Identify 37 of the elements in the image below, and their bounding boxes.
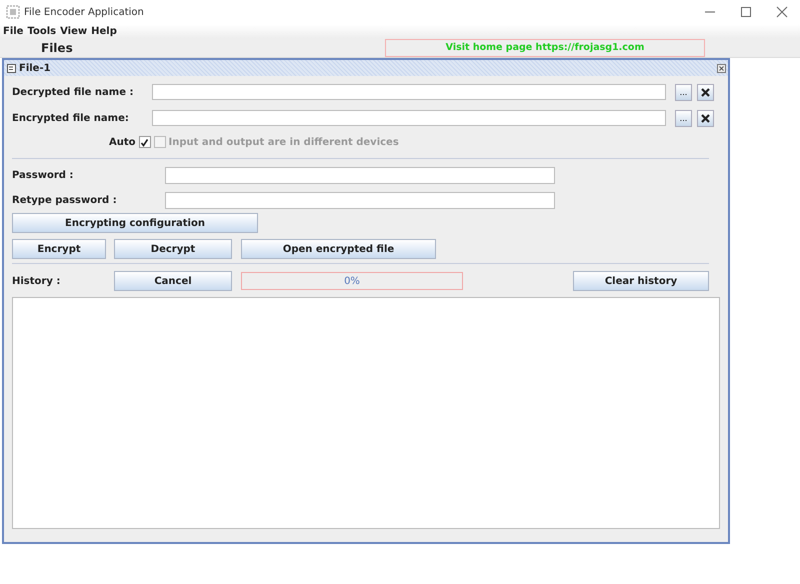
action-button[interactable]: Decrypt [114,239,232,259]
browse-button[interactable]: ... [675,110,692,126]
menu-item[interactable]: File [3,26,24,36]
browse-button[interactable]: ... [675,84,692,100]
menu-item[interactable]: Tools [27,26,56,36]
cancel-button[interactable]: Cancel [114,271,232,291]
clear-button[interactable] [697,84,714,100]
password-field[interactable] [165,192,555,209]
menu-item[interactable]: View [60,26,88,36]
menu-item[interactable]: Help [91,26,117,36]
checkbox-label: Auto [109,136,136,148]
close-icon[interactable] [717,64,726,72]
app-icon [6,5,20,19]
frame-title: File-1 [19,62,51,74]
encrypting-configuration-button[interactable]: Encrypting configuration [12,213,258,233]
checkbox[interactable] [138,136,151,148]
password-field[interactable] [165,167,555,184]
field-label: Encrypted file name: [12,112,130,124]
action-button[interactable]: Open encrypted file [241,239,436,259]
clear-button[interactable] [697,110,714,126]
checkbox-label: Input and output are in different devices [168,136,399,148]
progress-text: 0% [344,276,360,286]
window-title: File Encoder Application [24,6,144,18]
close-icon [701,88,710,96]
field-label: Retype password : [12,195,118,206]
files-label: Files [41,40,74,54]
history-label: History : [12,276,62,286]
action-button[interactable]: Encrypt [12,239,106,259]
clear-history-button[interactable]: Clear history [573,271,709,291]
field-label: Decrypted file name : [12,86,134,98]
field-label: Password : [12,170,74,181]
file-name-field[interactable] [152,84,666,100]
maximize-icon[interactable] [740,6,752,18]
frame-icon [7,64,16,72]
file-name-field[interactable] [152,110,666,126]
close-icon [701,114,710,122]
close-icon[interactable] [776,6,788,18]
